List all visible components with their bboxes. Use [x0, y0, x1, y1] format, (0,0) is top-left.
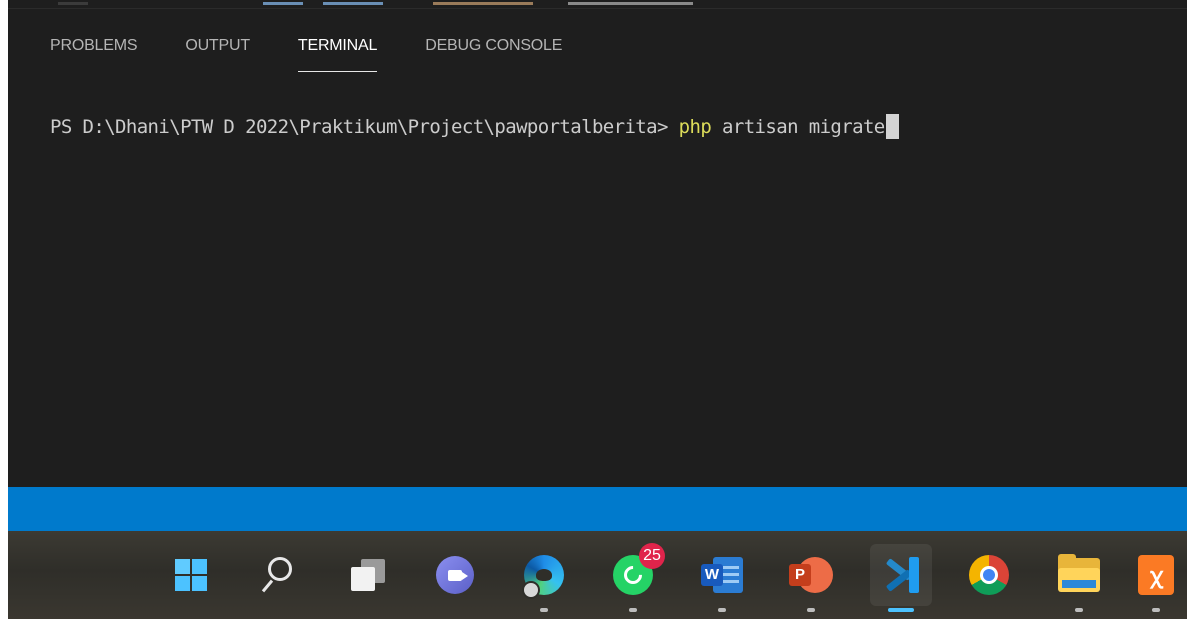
terminal-cursor: [885, 114, 899, 139]
xampp-icon: ꭓ: [1138, 555, 1174, 595]
whatsapp-icon: 25: [613, 543, 665, 595]
taskbar-task-view[interactable]: [338, 544, 400, 606]
task-view-icon: [351, 559, 387, 591]
taskbar-edge[interactable]: [513, 544, 575, 612]
search-icon: [261, 555, 296, 595]
taskbar-powerpoint[interactable]: P: [780, 544, 842, 612]
notification-badge: 25: [639, 543, 665, 569]
taskbar: 25 W P ꭓ: [8, 531, 1187, 619]
tab-problems[interactable]: PROBLEMS: [50, 31, 138, 75]
taskbar-vscode[interactable]: [870, 544, 932, 612]
taskbar-teams[interactable]: [424, 544, 486, 606]
taskbar-xampp[interactable]: ꭓ: [1125, 544, 1187, 612]
editor-area-edge: [8, 0, 1187, 9]
taskbar-chrome[interactable]: [958, 544, 1020, 606]
vscode-icon: [881, 555, 921, 595]
panel-tabs: PROBLEMS OUTPUT TERMINAL DEBUG CONSOLE: [50, 31, 610, 75]
taskbar-whatsapp[interactable]: 25: [602, 543, 665, 612]
terminal-output[interactable]: PS D:\Dhani\PTW D 2022\Praktikum\Project…: [50, 110, 899, 144]
taskbar-file-explorer[interactable]: [1048, 544, 1110, 612]
chrome-icon: [969, 555, 1009, 595]
edge-icon: [522, 555, 564, 599]
teams-chat-icon: [436, 556, 474, 594]
taskbar-word[interactable]: W: [691, 544, 753, 612]
terminal-prompt: PS D:\Dhani\PTW D 2022\Praktikum\Project…: [50, 116, 679, 138]
word-icon: W: [701, 557, 743, 593]
taskbar-search[interactable]: [248, 544, 310, 606]
tab-output[interactable]: OUTPUT: [185, 31, 250, 75]
terminal-command: php: [678, 116, 712, 138]
bottom-panel: PROBLEMS OUTPUT TERMINAL DEBUG CONSOLE P…: [8, 9, 1187, 487]
tab-terminal[interactable]: TERMINAL: [297, 31, 378, 75]
taskbar-start[interactable]: [160, 544, 222, 606]
windows-start-icon: [175, 559, 207, 591]
terminal-args: artisan migrate: [711, 116, 885, 138]
status-bar: [8, 487, 1187, 531]
file-explorer-icon: [1058, 554, 1100, 592]
powerpoint-icon: P: [789, 555, 833, 595]
tab-debug-console[interactable]: DEBUG CONSOLE: [425, 31, 562, 75]
screen: PROBLEMS OUTPUT TERMINAL DEBUG CONSOLE P…: [8, 0, 1187, 619]
